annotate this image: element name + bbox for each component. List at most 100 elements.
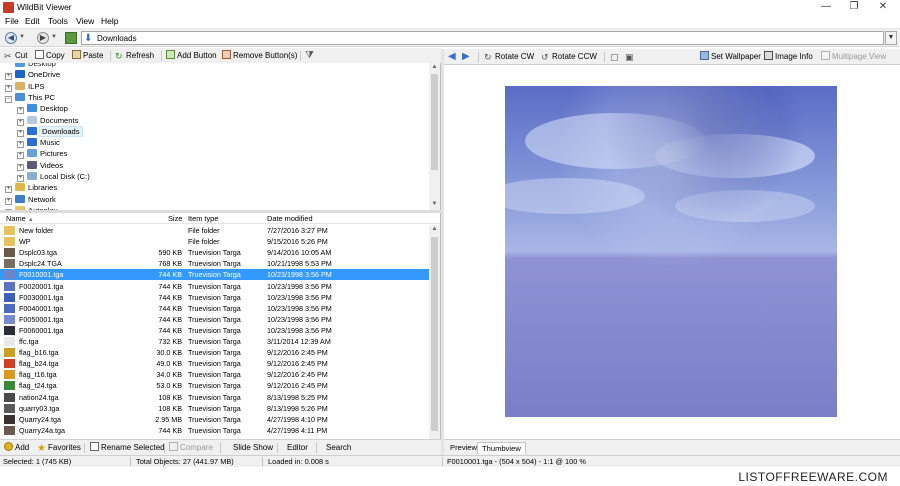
expand-icon[interactable]: + <box>17 163 24 171</box>
file-row[interactable]: New folder File folder 7/27/2016 3:27 PM <box>0 225 430 236</box>
back-history-chevron-icon[interactable]: ▼ <box>19 34 25 40</box>
zoom-actual-icon[interactable]: ▣ <box>625 51 634 63</box>
menu-tools[interactable]: Tools <box>48 16 68 27</box>
tree-node[interactable]: + ILPS <box>5 81 44 92</box>
refresh-button[interactable]: ↻ Refresh <box>115 50 154 62</box>
minimize-button[interactable]: — <box>812 0 840 15</box>
close-button[interactable]: ✕ <box>869 0 897 15</box>
file-row[interactable]: Quarry24a.tga 744 KB Truevision Targa 4/27/… <box>0 425 430 436</box>
file-row[interactable]: Dsplc24.TGA 768 KB Truevision Targa 10/21/1… <box>0 258 430 269</box>
paste-button[interactable]: Paste <box>72 50 103 62</box>
tree-scroll-thumb[interactable] <box>431 74 438 170</box>
copy-button[interactable]: Copy <box>35 50 65 62</box>
menu-edit[interactable]: Edit <box>25 16 40 27</box>
cut-button[interactable]: ✂ Cut <box>4 50 27 62</box>
menu-help[interactable]: Help <box>101 16 118 27</box>
column-size[interactable]: Size <box>168 213 182 224</box>
zoom-fit-icon[interactable]: ▢ <box>610 51 619 63</box>
file-row[interactable]: F0060001.tga 744 KB Truevision Targa 10/23/… <box>0 325 430 336</box>
filter-icon[interactable]: ⧩ <box>305 50 314 62</box>
tree-node[interactable]: +Desktop <box>17 103 68 115</box>
tree-node[interactable]: + Documents <box>17 115 78 126</box>
remove-buttons-button[interactable]: Remove Button(s) <box>222 50 297 62</box>
download-icon <box>27 126 37 135</box>
file-type: Truevision Targa <box>188 303 241 313</box>
add-button-button[interactable]: Add Button <box>166 50 217 62</box>
expand-icon[interactable]: + <box>5 186 12 194</box>
maximize-button[interactable]: ❐ <box>840 0 868 15</box>
menu-view[interactable]: View <box>76 16 94 27</box>
back-button[interactable]: ◀ <box>5 32 17 44</box>
file-date: 9/14/2016 10:05 AM <box>267 248 332 258</box>
file-row[interactable]: WP File folder 9/15/2016 5:26 PM <box>0 236 430 247</box>
file-row[interactable]: Quarry24.tga 2.95 MB Truevision Targa 4/27/… <box>0 414 430 425</box>
up-folder-icon[interactable] <box>65 32 77 44</box>
file-list-scrollbar[interactable]: ▲ <box>429 225 440 439</box>
file-row[interactable]: flag_t16.tga 34.0 KB Truevision Targa 9/12/… <box>0 369 430 380</box>
tree-scrollbar[interactable]: ▲ ▼ <box>429 63 440 211</box>
scroll-up-icon[interactable]: ▲ <box>429 64 440 70</box>
scroll-up-icon[interactable]: ▲ <box>429 226 440 232</box>
expand-icon[interactable]: + <box>5 197 12 205</box>
tree-node[interactable]: + Music <box>17 137 60 149</box>
file-list-scroll-thumb[interactable] <box>431 237 438 431</box>
expand-icon[interactable]: + <box>17 129 24 137</box>
expand-icon[interactable]: + <box>17 118 24 126</box>
file-size: 744 KB <box>158 425 182 435</box>
slide-show-button[interactable]: Slide Show <box>233 442 273 454</box>
set-wallpaper-button[interactable]: Set Wallpaper <box>700 51 761 63</box>
address-dropdown-icon[interactable]: ▼ <box>885 31 897 45</box>
rotate-ccw-button[interactable]: ↺ Rotate CCW <box>541 51 597 63</box>
column-type[interactable]: Item type <box>188 213 218 224</box>
file-row[interactable]: ffc.tga 732 KB Truevision Targa 3/11/2014 1… <box>0 336 430 347</box>
tree-node[interactable]: + Pictures <box>17 148 67 160</box>
file-row[interactable]: F0020001.tga 744 KB Truevision Targa 10/23/… <box>0 281 430 292</box>
tree-node[interactable]: + Downloads <box>17 125 83 137</box>
file-date: 4/27/1998 4:11 PM <box>267 425 328 435</box>
file-row[interactable]: Dsplc03.tga 590 KB Truevision Targa 9/14/20… <box>0 247 430 258</box>
tree-node[interactable]: + Videos <box>17 160 63 171</box>
tree-node[interactable]: + Local Disk (C:) <box>17 171 90 182</box>
expand-icon[interactable]: + <box>17 141 24 149</box>
expand-icon[interactable]: + <box>17 152 24 160</box>
file-row[interactable]: nation24.tga 108 KB Truevision Targa 8/13/1… <box>0 392 430 403</box>
search-button[interactable]: Search <box>326 442 351 454</box>
file-row[interactable]: F0030001.tga 744 KB Truevision Targa 10/23/… <box>0 292 430 303</box>
tab-thumbview[interactable]: Thumbview <box>477 442 526 454</box>
tree-node[interactable]: + Network <box>5 194 56 205</box>
image-info-button[interactable]: Image Info <box>764 51 813 63</box>
file-row[interactable]: F0040001.tga 744 KB Truevision Targa 10/23/… <box>0 303 430 314</box>
editor-button[interactable]: Editor <box>287 442 308 454</box>
tree-node[interactable]: + Libraries <box>5 182 57 194</box>
tab-preview[interactable]: Preview <box>446 442 481 454</box>
tree-node[interactable]: + OneDrive <box>5 69 60 81</box>
forward-button[interactable]: ▶ <box>37 32 49 44</box>
next-image-icon[interactable]: ▶ <box>462 51 470 63</box>
scroll-down-icon[interactable]: ▼ <box>429 201 440 207</box>
forward-history-chevron-icon[interactable]: ▼ <box>51 34 57 40</box>
preview-image[interactable] <box>505 86 837 417</box>
expand-icon[interactable]: + <box>5 84 12 92</box>
column-date[interactable]: Date modified <box>267 213 313 224</box>
favorites-button[interactable]: ★ Favorites <box>37 442 81 454</box>
add-favorite-button[interactable]: Add <box>4 442 29 454</box>
file-row[interactable]: flag_t24.tga 53.0 KB Truevision Targa 9/12/… <box>0 380 430 391</box>
rotate-cw-button[interactable]: ↻ Rotate CW <box>484 51 534 63</box>
menu-file[interactable]: File <box>5 16 19 27</box>
expand-icon[interactable]: + <box>5 73 12 81</box>
file-row[interactable]: F0010001.tga 744 KB Truevision Targa 10/23/… <box>0 269 430 281</box>
tree-node[interactable]: − This PC <box>5 92 55 103</box>
file-row[interactable]: F0050001.tga 744 KB Truevision Targa 10/23/… <box>0 314 430 325</box>
expand-icon[interactable]: + <box>17 175 24 182</box>
multipage-view-button[interactable]: Multipage View <box>821 51 886 63</box>
tree-node[interactable]: +Desktop <box>5 63 56 69</box>
previous-image-icon[interactable]: ◀ <box>448 51 456 63</box>
file-row[interactable]: flag_b24.tga 49.0 KB Truevision Targa 9/12/… <box>0 358 430 369</box>
file-row[interactable]: quarry03.tga 108 KB Truevision Targa 8/13/1… <box>0 403 430 414</box>
compare-button[interactable]: Compare <box>169 442 213 454</box>
file-row[interactable]: flag_b16.tga 30.0 KB Truevision Targa 9/12/… <box>0 347 430 358</box>
address-field[interactable]: ⬇ Downloads <box>81 31 884 45</box>
expand-icon[interactable]: + <box>17 107 24 115</box>
rename-selected-button[interactable]: Rename Selected <box>90 442 165 454</box>
collapse-icon[interactable]: − <box>5 95 12 103</box>
